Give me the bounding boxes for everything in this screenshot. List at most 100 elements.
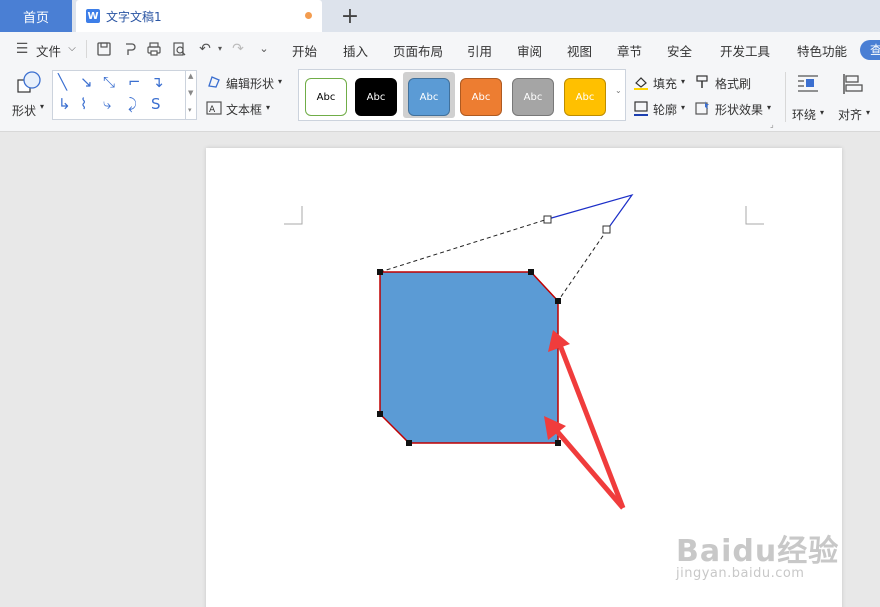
shape-style-swatch[interactable]: Abc xyxy=(355,78,397,116)
align-icon xyxy=(843,74,863,94)
ribbon-toolbar: 形状 ▾ ╲ ↘ ⤡ ⌐ ↴ ↳ ⌇ ⤷ ⤸ S ▲ ▼ ▾ 编辑形状 ▾ A … xyxy=(0,66,880,132)
shape-effects-icon xyxy=(695,101,709,115)
fill-button[interactable]: 填充 ▾ xyxy=(633,74,693,92)
watermark-logo: Baidu经验 xyxy=(676,534,840,569)
wrap-text-button[interactable]: 环绕 ▾ xyxy=(790,70,830,122)
edit-shape-label: 编辑形状 xyxy=(226,77,275,91)
print-icon[interactable] xyxy=(146,41,162,57)
menu-references[interactable]: 引用 xyxy=(467,41,492,60)
chevron-down-icon[interactable]: ⌵ xyxy=(64,41,80,57)
unsaved-dot-icon xyxy=(305,12,312,19)
hamburger-menu-icon[interactable]: ☰ xyxy=(14,41,30,57)
menu-security[interactable]: 安全 xyxy=(667,41,692,60)
shape-icon xyxy=(17,71,41,93)
freeform-curve-item[interactable]: S xyxy=(151,95,161,113)
double-arrow-line-item[interactable]: ⤡ xyxy=(103,73,115,91)
menu-file[interactable]: 文件 xyxy=(36,41,61,60)
line-shape-gallery: ╲ ↘ ⤡ ⌐ ↴ ↳ ⌇ ⤷ ⤸ S xyxy=(52,70,197,120)
shape-style-gallery: Abc Abc Abc Abc Abc Abc ⌄ xyxy=(298,69,626,121)
vertex-handle[interactable] xyxy=(377,269,383,275)
tab-bar: 首页 W 文字文稿1 + xyxy=(0,0,880,32)
wrap-text-icon xyxy=(798,75,818,92)
edit-shape-dropdown-icon: ▾ xyxy=(278,77,283,86)
more-dropdown-icon[interactable]: ⌄ xyxy=(256,41,272,57)
edit-shape-icon xyxy=(208,76,220,88)
wrap-dropdown-icon: ▾ xyxy=(820,108,825,117)
curved-double-arrow-item[interactable]: ⤸ xyxy=(128,95,137,113)
writer-doc-icon: W xyxy=(86,9,100,23)
menu-developer-tools[interactable]: 开发工具 xyxy=(720,41,770,60)
edit-shape-button[interactable]: 编辑形状 ▾ xyxy=(206,74,292,92)
vertex-handle[interactable] xyxy=(555,440,561,446)
menu-section[interactable]: 章节 xyxy=(617,41,642,60)
menu-bar: ☰ 文件 ⌵ ↶ ▾ ↷ ⌄ 开始 插入 页面布局 引用 审阅 视图 章节 安全… xyxy=(0,32,880,66)
align-label: 对齐 xyxy=(838,108,863,122)
shape-style-swatch[interactable]: Abc xyxy=(408,78,450,116)
menu-page-layout[interactable]: 页面布局 xyxy=(393,41,443,60)
new-tab-button[interactable]: + xyxy=(338,4,362,29)
align-button[interactable]: 对齐 ▾ xyxy=(836,70,876,122)
tab-document[interactable]: W 文字文稿1 xyxy=(76,0,322,32)
style-gallery-expand-icon[interactable]: ⌄ xyxy=(615,86,622,95)
vertex-handle[interactable] xyxy=(528,269,534,275)
menu-extra-tab[interactable]: 查 xyxy=(860,40,880,60)
textbox-icon: A xyxy=(206,101,222,115)
menu-view[interactable]: 视图 xyxy=(567,41,592,60)
vertex-handle[interactable] xyxy=(377,411,383,417)
control-point-handle[interactable] xyxy=(602,225,611,234)
elbow-double-arrow-item[interactable]: ↳ xyxy=(58,95,71,113)
outline-dropdown-icon: ▾ xyxy=(681,103,686,112)
shape-label: 形状 xyxy=(12,104,37,118)
undo-dropdown-icon[interactable]: ▾ xyxy=(212,41,228,57)
vertex-handle[interactable] xyxy=(406,440,412,446)
elbow-connector-item[interactable]: ⌐ xyxy=(128,73,141,91)
dialog-launcher-icon[interactable]: ⌟ xyxy=(770,120,774,129)
elbow-arrow-connector-item[interactable]: ↴ xyxy=(151,73,164,91)
line-shape-item[interactable]: ╲ xyxy=(58,73,67,91)
shape-style-swatch[interactable]: Abc xyxy=(305,78,347,116)
svg-text:A: A xyxy=(209,105,216,115)
wrap-text-label: 环绕 xyxy=(792,108,817,122)
menu-insert[interactable]: 插入 xyxy=(343,41,368,60)
format-painter-label: 格式刷 xyxy=(715,77,752,91)
outline-icon xyxy=(634,101,648,116)
divider xyxy=(785,72,786,122)
shape-style-swatch-label: Abc xyxy=(523,91,543,103)
textbox-dropdown-icon: ▾ xyxy=(266,103,271,112)
tab-home[interactable]: 首页 xyxy=(0,0,72,32)
shape-style-swatch[interactable]: Abc xyxy=(460,78,502,116)
textbox-button[interactable]: A 文本框 ▾ xyxy=(206,100,286,118)
menu-start[interactable]: 开始 xyxy=(292,41,317,60)
fill-label: 填充 xyxy=(653,77,678,91)
shape-effects-label: 形状效果 xyxy=(715,103,764,117)
menu-special-features[interactable]: 特色功能 xyxy=(797,41,847,60)
shape-dropdown-icon: ▾ xyxy=(40,102,45,111)
scroll-down-icon[interactable]: ▼ xyxy=(188,89,193,97)
save-icon[interactable] xyxy=(96,41,112,57)
curved-arrow-connector-item[interactable]: ⤷ xyxy=(103,95,111,113)
shape-button[interactable]: 形状 ▾ xyxy=(8,70,48,120)
vertex-handle[interactable] xyxy=(555,298,561,304)
gallery-scrollbar[interactable]: ▲ ▼ ▾ xyxy=(185,70,197,120)
shape-style-swatch[interactable]: Abc xyxy=(512,78,554,116)
menu-review[interactable]: 审阅 xyxy=(517,41,542,60)
undo-icon[interactable]: ↶ xyxy=(197,41,213,57)
format-painter-button[interactable]: 格式刷 xyxy=(695,74,763,92)
tab-document-title: 文字文稿1 xyxy=(106,9,162,24)
shape-style-swatch-label: Abc xyxy=(471,91,491,103)
arrow-line-item[interactable]: ↘ xyxy=(80,73,93,91)
tab-home-label: 首页 xyxy=(22,10,49,26)
shape-effects-button[interactable]: 形状效果 ▾ xyxy=(695,100,775,118)
export-icon[interactable] xyxy=(122,41,138,57)
redo-icon[interactable]: ↷ xyxy=(230,41,246,57)
divider xyxy=(86,40,87,58)
control-point-handle[interactable] xyxy=(543,215,552,224)
scroll-up-icon[interactable]: ▲ xyxy=(188,72,193,80)
shape-style-swatch[interactable]: Abc xyxy=(564,78,606,116)
textbox-label: 文本框 xyxy=(226,103,263,117)
curved-connector-item[interactable]: ⌇ xyxy=(80,95,87,113)
format-painter-icon xyxy=(696,75,708,88)
print-preview-icon[interactable] xyxy=(171,41,187,57)
outline-button[interactable]: 轮廓 ▾ xyxy=(633,100,693,118)
gallery-expand-icon[interactable]: ▾ xyxy=(188,106,192,114)
